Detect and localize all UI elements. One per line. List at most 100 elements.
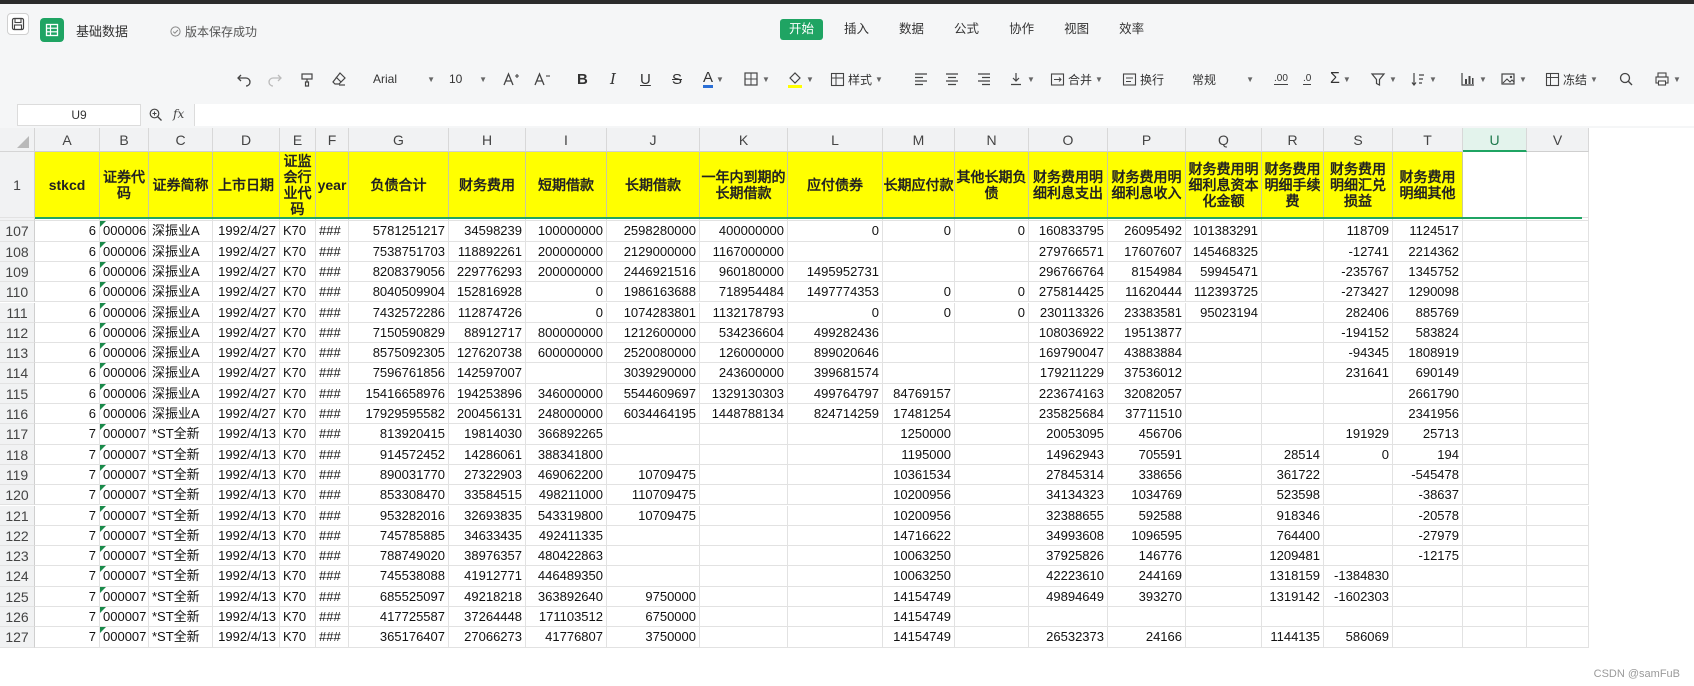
empty-cell[interactable] bbox=[1463, 241, 1527, 262]
data-cell[interactable]: *ST全新 bbox=[149, 586, 213, 607]
data-cell[interactable]: 000007 bbox=[100, 485, 149, 506]
data-cell[interactable]: 1124517 bbox=[1393, 221, 1463, 242]
column-header-m[interactable]: M bbox=[883, 128, 955, 152]
data-cell[interactable]: 6 bbox=[35, 261, 100, 283]
column-header-s[interactable]: S bbox=[1324, 128, 1393, 152]
empty-cell[interactable] bbox=[1463, 424, 1527, 445]
data-cell[interactable]: 6034464195 bbox=[607, 404, 700, 425]
header-cell[interactable]: 长期应付款 bbox=[883, 152, 955, 218]
chart-icon[interactable]: ▼ bbox=[1460, 70, 1487, 88]
column-header-a[interactable]: A bbox=[35, 128, 100, 152]
data-cell[interactable]: ### bbox=[316, 363, 349, 384]
data-cell[interactable]: 8208379056 bbox=[349, 261, 449, 283]
data-cell[interactable]: 813920415 bbox=[349, 424, 449, 445]
column-header-u[interactable]: U bbox=[1463, 128, 1527, 152]
data-cell[interactable]: 27845314 bbox=[1029, 464, 1108, 486]
data-cell[interactable]: 26095492 bbox=[1108, 221, 1186, 242]
data-cell[interactable]: 深振业A bbox=[149, 383, 213, 404]
data-cell[interactable] bbox=[955, 607, 1029, 628]
underline-icon[interactable]: U bbox=[640, 70, 651, 88]
data-cell[interactable] bbox=[700, 485, 788, 506]
vertical-align-icon[interactable]: ▼ bbox=[1008, 70, 1035, 88]
italic-icon[interactable]: I bbox=[610, 70, 616, 88]
data-cell[interactable] bbox=[1186, 586, 1262, 607]
data-cell[interactable]: 25713 bbox=[1393, 424, 1463, 445]
data-cell[interactable] bbox=[955, 586, 1029, 607]
data-cell[interactable]: 14154749 bbox=[883, 607, 955, 628]
data-cell[interactable]: -1384830 bbox=[1324, 566, 1393, 587]
data-cell[interactable]: 1992/4/13 bbox=[213, 586, 280, 607]
empty-cell[interactable] bbox=[1463, 505, 1527, 526]
data-cell[interactable]: 000007 bbox=[100, 627, 149, 648]
data-cell[interactable]: 890031770 bbox=[349, 464, 449, 486]
data-cell[interactable]: 1992/4/13 bbox=[213, 424, 280, 445]
font-color-icon[interactable]: A ▼ bbox=[703, 70, 724, 88]
data-cell[interactable]: K70 bbox=[280, 464, 316, 486]
document-title[interactable]: 基础数据 bbox=[76, 21, 128, 40]
data-cell[interactable] bbox=[1262, 343, 1324, 364]
data-cell[interactable]: 49894649 bbox=[1029, 586, 1108, 607]
data-cell[interactable] bbox=[955, 343, 1029, 364]
data-cell[interactable]: *ST全新 bbox=[149, 566, 213, 587]
data-cell[interactable]: 363892640 bbox=[526, 586, 607, 607]
row-header[interactable]: 120 bbox=[0, 485, 35, 506]
data-cell[interactable]: K70 bbox=[280, 404, 316, 425]
data-cell[interactable]: 深振业A bbox=[149, 282, 213, 303]
data-cell[interactable]: K70 bbox=[280, 485, 316, 506]
data-cell[interactable]: 1132178793 bbox=[700, 302, 788, 323]
data-cell[interactable]: 000007 bbox=[100, 505, 149, 526]
data-cell[interactable]: ### bbox=[316, 322, 349, 344]
data-cell[interactable]: 000007 bbox=[100, 464, 149, 486]
data-cell[interactable]: 0 bbox=[883, 221, 955, 242]
data-cell[interactable] bbox=[607, 424, 700, 445]
data-cell[interactable]: 23383581 bbox=[1108, 302, 1186, 323]
empty-cell[interactable] bbox=[1527, 363, 1589, 384]
header-cell[interactable]: stkcd bbox=[35, 152, 100, 218]
data-cell[interactable]: ### bbox=[316, 424, 349, 445]
column-header-e[interactable]: E bbox=[280, 128, 316, 152]
bold-icon[interactable]: B bbox=[577, 70, 588, 88]
data-cell[interactable]: 32388655 bbox=[1029, 505, 1108, 526]
data-cell[interactable]: 400000000 bbox=[700, 221, 788, 242]
column-header-b[interactable]: B bbox=[100, 128, 149, 152]
data-cell[interactable] bbox=[700, 607, 788, 628]
data-cell[interactable]: ### bbox=[316, 282, 349, 303]
data-cell[interactable] bbox=[1324, 525, 1393, 547]
data-cell[interactable] bbox=[955, 404, 1029, 425]
data-cell[interactable]: 000007 bbox=[100, 444, 149, 465]
data-cell[interactable]: 499282436 bbox=[788, 322, 883, 344]
data-cell[interactable]: ### bbox=[316, 343, 349, 364]
data-cell[interactable]: 1992/4/27 bbox=[213, 241, 280, 262]
data-cell[interactable] bbox=[883, 241, 955, 262]
data-cell[interactable] bbox=[955, 383, 1029, 404]
data-cell[interactable]: 824714259 bbox=[788, 404, 883, 425]
data-cell[interactable]: ### bbox=[316, 525, 349, 547]
header-cell[interactable]: year bbox=[316, 152, 349, 218]
data-cell[interactable]: 10361534 bbox=[883, 464, 955, 486]
data-cell[interactable]: 26532373 bbox=[1029, 627, 1108, 648]
data-cell[interactable] bbox=[955, 322, 1029, 344]
data-cell[interactable]: 0 bbox=[955, 221, 1029, 242]
data-cell[interactable]: K70 bbox=[280, 302, 316, 323]
row-header[interactable]: 126 bbox=[0, 607, 35, 628]
data-cell[interactable]: 5544609697 bbox=[607, 383, 700, 404]
data-cell[interactable]: 6 bbox=[35, 221, 100, 242]
data-cell[interactable]: ### bbox=[316, 383, 349, 404]
empty-cell[interactable] bbox=[1463, 607, 1527, 628]
header-cell[interactable]: 财务费用明细利息资本化金额 bbox=[1186, 152, 1262, 218]
row-header[interactable]: 1 bbox=[0, 152, 35, 218]
data-cell[interactable]: 37925826 bbox=[1029, 546, 1108, 567]
spreadsheet-app-icon[interactable] bbox=[40, 18, 64, 42]
data-cell[interactable] bbox=[700, 586, 788, 607]
data-cell[interactable]: 231641 bbox=[1324, 363, 1393, 384]
row-header[interactable]: 112 bbox=[0, 322, 35, 344]
data-cell[interactable]: -20578 bbox=[1393, 505, 1463, 526]
tab-data[interactable]: 数据 bbox=[890, 19, 933, 40]
increase-font-icon[interactable] bbox=[502, 70, 520, 88]
empty-cell[interactable] bbox=[1527, 505, 1589, 526]
data-cell[interactable]: -194152 bbox=[1324, 322, 1393, 344]
data-cell[interactable]: 600000000 bbox=[526, 343, 607, 364]
data-cell[interactable] bbox=[788, 485, 883, 506]
sum-icon[interactable]: Σ ▼ bbox=[1330, 70, 1351, 88]
empty-cell[interactable] bbox=[1527, 586, 1589, 607]
